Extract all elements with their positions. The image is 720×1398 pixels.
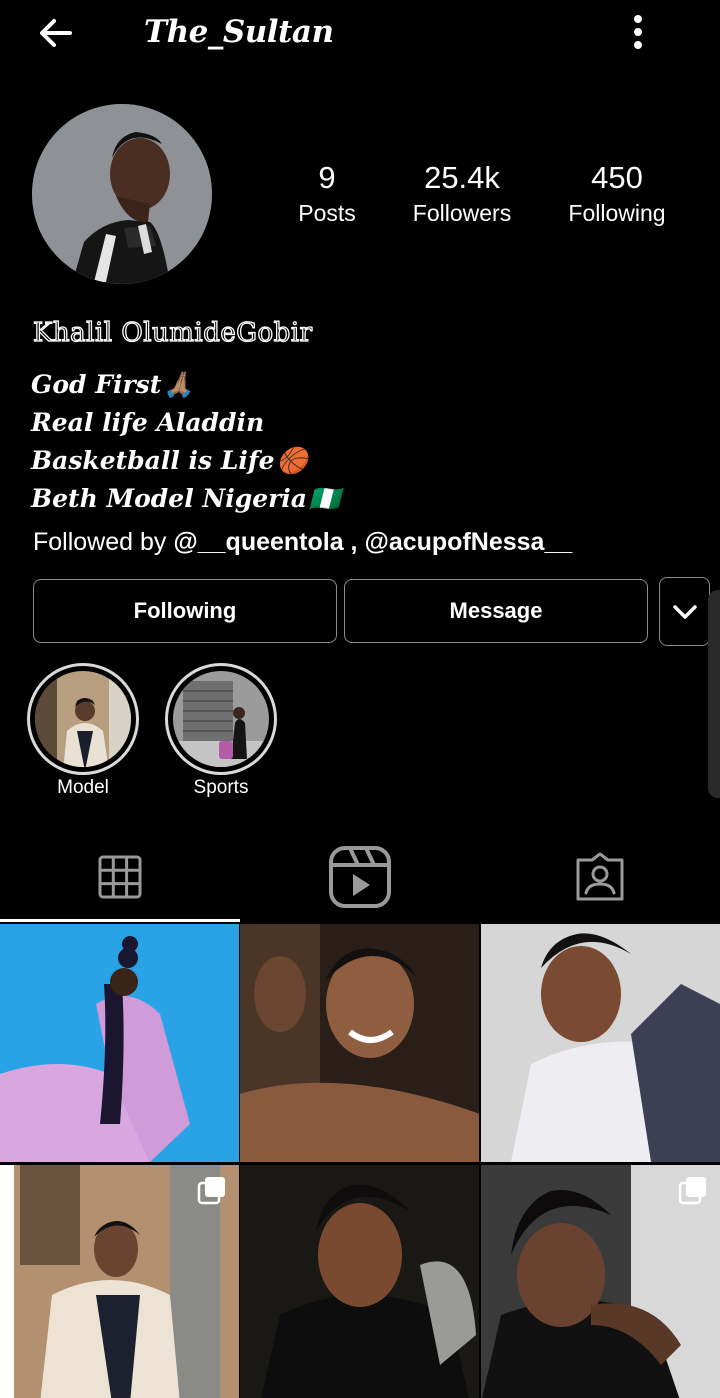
tab-reels[interactable] (240, 830, 480, 923)
followed-by[interactable]: Followed by @__queentola , @acupofNessa_… (33, 528, 572, 557)
highlight-cover (35, 671, 131, 767)
active-tab-indicator (0, 919, 240, 922)
tab-tagged[interactable] (480, 830, 720, 923)
bio-text: Beth Model Nigeria (31, 484, 308, 513)
followed-by-prefix: Followed by (33, 528, 174, 556)
followers-count: 25.4k (424, 160, 500, 195)
highlight-label: Sports (193, 777, 249, 798)
bio-text: Basketball is Life (31, 446, 275, 475)
more-options-button[interactable] (618, 10, 658, 54)
post-thumbnail[interactable] (481, 1165, 720, 1398)
profile-username: The_Sultan (144, 14, 334, 50)
back-arrow-icon (40, 19, 72, 47)
posts-count: 9 (318, 160, 336, 195)
posts-stat[interactable]: 9 Posts (287, 160, 367, 230)
posts-label: Posts (298, 200, 356, 226)
grid-icon (98, 855, 142, 898)
bio-line: Beth Model Nigeria 🇳🇬 (31, 480, 340, 518)
highlight-sports[interactable]: Sports (165, 663, 277, 799)
folded-hands-icon: 🙏🏽 (163, 370, 195, 399)
post-thumbnail[interactable] (481, 924, 720, 1162)
posts-grid (0, 924, 720, 1398)
tab-posts-grid[interactable] (0, 830, 240, 923)
highlight-ring (165, 663, 277, 775)
message-button[interactable]: Message (344, 579, 648, 643)
following-label: Following (568, 200, 666, 226)
highlight-ring (27, 663, 139, 775)
followers-label: Followers (412, 200, 512, 226)
reels-icon (329, 845, 391, 908)
chevron-down-icon (672, 604, 697, 619)
followed-by-users[interactable]: @__queentola , @acupofNessa__ (173, 528, 572, 556)
multiple-photos-icon (197, 1177, 225, 1205)
post-thumbnail[interactable] (240, 924, 479, 1162)
profile-tabs (0, 830, 720, 923)
bio-line: Basketball is Life 🏀 (31, 442, 340, 480)
back-button[interactable] (34, 12, 78, 56)
bio-line: God First 🙏🏽 (31, 366, 340, 404)
top-bar: The_Sultan (0, 0, 720, 70)
following-stat[interactable]: 450 Following (557, 160, 677, 230)
bio-text: God First (31, 370, 162, 399)
bio-text: Real life Aladdin (31, 408, 265, 437)
edge-panel-handle[interactable] (708, 590, 720, 798)
highlight-model[interactable]: Model (27, 663, 139, 799)
following-button[interactable]: Following (33, 579, 337, 643)
bio-line: Real life Aladdin (31, 404, 340, 442)
post-thumbnail[interactable] (0, 1165, 239, 1398)
highlight-label: Model (57, 777, 109, 798)
post-thumbnail[interactable] (0, 924, 239, 1162)
highlight-cover (173, 671, 269, 767)
profile-avatar[interactable] (32, 104, 212, 284)
nigeria-flag-icon: 🇳🇬 (309, 484, 341, 513)
followers-stat[interactable]: 25.4k Followers (402, 160, 522, 230)
profile-full-name: Khalil OlumideGobir (32, 317, 313, 348)
following-count: 450 (591, 160, 643, 195)
profile-bio: God First 🙏🏽 Real life Aladdin Basketball… (31, 366, 340, 518)
suggested-accounts-button[interactable] (659, 577, 710, 646)
post-thumbnail[interactable] (240, 1165, 479, 1398)
basketball-icon: 🏀 (276, 446, 308, 475)
multiple-photos-icon (678, 1177, 706, 1205)
tagged-icon (576, 852, 624, 900)
more-vertical-icon (634, 15, 642, 49)
